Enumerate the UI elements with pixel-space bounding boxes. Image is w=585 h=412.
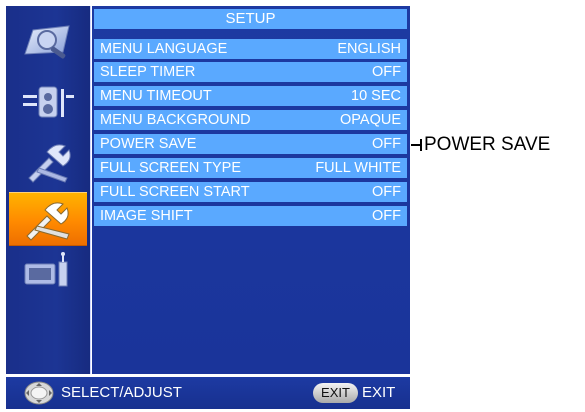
audio-settings-icon (23, 86, 74, 118)
callout-leader-tick (420, 139, 422, 151)
menu-item-power-save[interactable]: POWER SAVE OFF (94, 134, 407, 154)
menu-item-sleep-timer[interactable]: SLEEP TIMER OFF (94, 62, 407, 82)
menu-item-menu-background[interactable]: MENU BACKGROUND OPAQUE (94, 110, 407, 130)
joystick-icon (24, 381, 54, 405)
menu-item-full-screen-type[interactable]: FULL SCREEN TYPE FULL WHITE (94, 158, 407, 178)
callout-label: POWER SAVE (424, 134, 551, 155)
menu-item-value: OPAQUE (340, 112, 401, 128)
menu-item-value: ENGLISH (337, 41, 401, 57)
menu-item-value: OFF (372, 136, 401, 152)
menu-item-label: MENU BACKGROUND (100, 112, 251, 128)
menu-item-label: MENU TIMEOUT (100, 88, 212, 104)
menu-item-menu-language[interactable]: MENU LANGUAGE ENGLISH (94, 39, 407, 59)
menu-item-label: FULL SCREEN TYPE (100, 160, 242, 176)
footer-bar: SELECT/ADJUST EXIT EXIT (6, 377, 410, 409)
picture-adjust-icon (24, 25, 70, 59)
menu-panel: SETUP MENU LANGUAGE ENGLISH SLEEP TIMER … (92, 6, 410, 374)
sidebar-item-monitor[interactable] (9, 244, 87, 298)
menu-item-value: OFF (372, 208, 401, 224)
sidebar-item-picture[interactable] (9, 14, 87, 68)
menu-title: SETUP (94, 9, 407, 29)
tools-icon (28, 144, 71, 183)
menu-item-image-shift[interactable]: IMAGE SHIFT OFF (94, 206, 407, 226)
sidebar-item-setup[interactable] (9, 192, 87, 246)
sidebar (6, 6, 91, 374)
menu-item-value: OFF (372, 184, 401, 200)
menu-item-label: IMAGE SHIFT (100, 208, 193, 224)
select-adjust-label: SELECT/ADJUST (61, 384, 182, 401)
menu-item-value: OFF (372, 64, 401, 80)
osd-window: SETUP MENU LANGUAGE ENGLISH SLEEP TIMER … (0, 0, 411, 412)
monitor-input-icon (24, 252, 68, 287)
menu-item-label: FULL SCREEN START (100, 184, 250, 200)
exit-button[interactable]: EXIT (313, 383, 358, 403)
sidebar-item-tools[interactable] (9, 134, 87, 188)
sidebar-item-audio[interactable] (9, 75, 87, 129)
menu-item-full-screen-start[interactable]: FULL SCREEN START OFF (94, 182, 407, 202)
exit-label: EXIT (362, 384, 396, 401)
menu-item-label: SLEEP TIMER (100, 64, 196, 80)
menu-item-label: MENU LANGUAGE (100, 41, 228, 57)
setup-tools-icon (26, 202, 70, 241)
menu-item-menu-timeout[interactable]: MENU TIMEOUT 10 SEC (94, 86, 407, 106)
menu-item-value: 10 SEC (351, 88, 401, 104)
menu-item-value: FULL WHITE (315, 160, 401, 176)
menu-item-label: POWER SAVE (100, 136, 197, 152)
